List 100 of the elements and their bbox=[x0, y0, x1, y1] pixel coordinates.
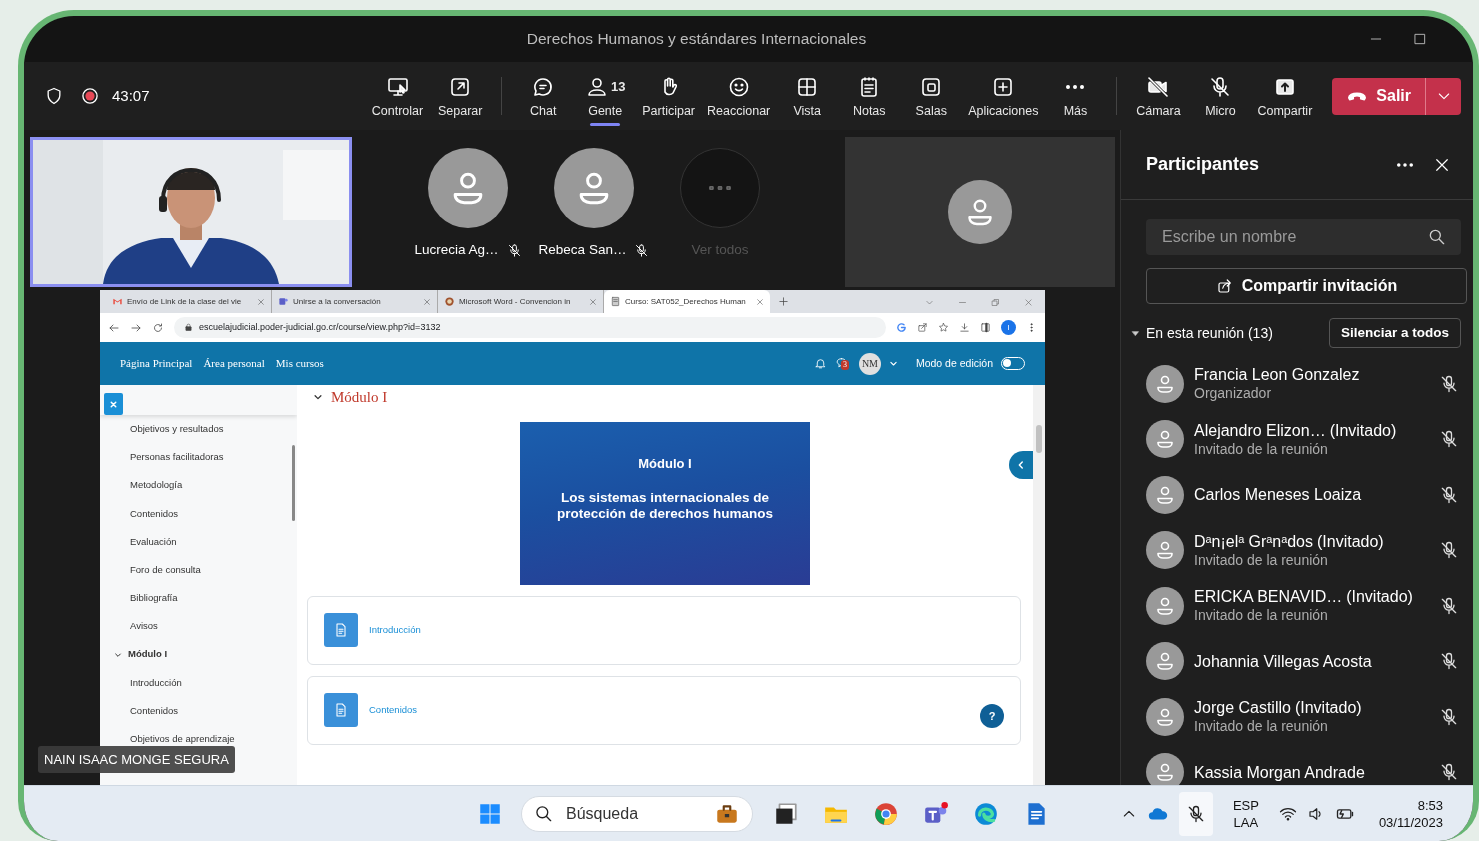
help-button[interactable]: ? bbox=[980, 704, 1004, 728]
bell-icon[interactable] bbox=[813, 357, 827, 370]
index-item[interactable]: Avisos bbox=[100, 612, 297, 641]
section-title: Módulo I bbox=[331, 388, 388, 407]
chevron-left-icon bbox=[1016, 460, 1026, 470]
toolbar-button[interactable]: Micro bbox=[1189, 62, 1252, 130]
mic-off-icon[interactable] bbox=[1439, 706, 1459, 727]
index-item[interactable]: Introducción bbox=[100, 668, 297, 697]
mic-off-icon[interactable] bbox=[1439, 651, 1459, 672]
language-label[interactable]: ESP bbox=[1232, 796, 1259, 814]
participant-role: Invitado de la reunión bbox=[1194, 606, 1329, 625]
share-icon[interactable] bbox=[917, 322, 928, 333]
search-input[interactable]: Escribe un nombre bbox=[1160, 224, 1427, 250]
maximize-icon[interactable] bbox=[1413, 32, 1427, 46]
activity-link[interactable]: Contenidos bbox=[369, 702, 418, 718]
seal-icon bbox=[444, 296, 455, 307]
search-field[interactable]: Búsqueda bbox=[521, 795, 753, 832]
nav-link[interactable]: Mis cursos bbox=[275, 355, 324, 372]
activity-link[interactable]: Introducción bbox=[369, 622, 421, 638]
guest-tag: (Invitado) bbox=[1346, 587, 1413, 607]
index-item[interactable]: Foro de consulta bbox=[100, 555, 297, 585]
message-icon[interactable] bbox=[834, 355, 848, 369]
panel-title: Participantes bbox=[1146, 153, 1260, 176]
toolbar-button[interactable]: Compartir bbox=[1251, 62, 1319, 130]
nav-link[interactable]: Página Principal bbox=[120, 355, 193, 372]
participant-role: Invitado de la reunión bbox=[1194, 717, 1329, 736]
leave-button[interactable]: Salir bbox=[1332, 77, 1425, 115]
participant-role: Organizador bbox=[1194, 384, 1273, 403]
more-icon bbox=[1066, 85, 1085, 90]
index-item[interactable]: Contenidos bbox=[100, 696, 297, 726]
chrome-icon[interactable] bbox=[873, 800, 899, 827]
window-icon[interactable] bbox=[773, 800, 799, 827]
mic-off-button[interactable] bbox=[1178, 791, 1213, 836]
participant-role: Invitado de la reunión bbox=[1194, 550, 1329, 569]
participant-name: Alejandro Elizon… bbox=[1194, 420, 1326, 440]
lock-icon bbox=[184, 323, 193, 332]
mic-off-icon[interactable] bbox=[1439, 429, 1459, 450]
clock-date[interactable]: 03/11/2023 bbox=[1378, 813, 1443, 831]
share-icon bbox=[1215, 277, 1234, 295]
toolbar-button[interactable]: Reaccionar bbox=[701, 62, 777, 130]
mic-off-icon[interactable] bbox=[1439, 373, 1459, 394]
caret-icon[interactable] bbox=[888, 359, 898, 368]
more-icon bbox=[709, 186, 731, 190]
star-icon[interactable] bbox=[938, 322, 949, 333]
index-item[interactable]: Bibliografía bbox=[100, 584, 297, 613]
notification-badge: 3 bbox=[840, 359, 849, 370]
toolbar-button[interactable]: Vista bbox=[776, 62, 839, 130]
index-item[interactable]: Evaluación bbox=[100, 527, 297, 556]
plus-icon[interactable] bbox=[778, 296, 789, 307]
toolbar-button[interactable]: Salas bbox=[900, 62, 963, 130]
index-item[interactable]: Objetivos y resultados bbox=[100, 415, 297, 444]
toolbar-button[interactable]: Separar bbox=[429, 62, 492, 130]
browser-tab[interactable]: Curso: SAT052_Derechos Human bbox=[604, 290, 770, 313]
toolbar-button[interactable]: Controlar bbox=[365, 62, 430, 130]
mic-off-icon[interactable] bbox=[1439, 595, 1459, 616]
guest-tag: (Invitado) bbox=[1329, 420, 1397, 440]
page-icon bbox=[324, 693, 358, 727]
user-avatar[interactable]: NM bbox=[858, 352, 881, 375]
edge-icon[interactable] bbox=[973, 800, 999, 827]
profile-avatar[interactable]: I bbox=[1001, 320, 1016, 335]
participant-name: Francia Leon Gonzalez bbox=[1194, 365, 1360, 385]
participant-name: Johannia Villegas Acosta bbox=[1194, 651, 1372, 671]
index-item[interactable]: Personas facilitadoras bbox=[100, 443, 297, 472]
meeting-timer: 43:07 bbox=[112, 85, 150, 106]
clock-time[interactable]: 8:53 bbox=[1378, 796, 1443, 814]
mic-off-icon[interactable] bbox=[1439, 484, 1459, 505]
toolbar-button[interactable]: Chat bbox=[512, 62, 575, 130]
search-icon bbox=[1427, 227, 1447, 247]
index-item[interactable]: Módulo I bbox=[100, 640, 297, 669]
index-item[interactable]: Contenidos bbox=[100, 499, 297, 528]
toolbar-button[interactable]: Participar bbox=[636, 62, 701, 130]
page-icon bbox=[610, 296, 621, 307]
google-icon[interactable] bbox=[896, 322, 907, 333]
open-drawer-button[interactable] bbox=[1009, 451, 1033, 479]
section-toggle[interactable]: En esta reunión (13) bbox=[1131, 322, 1273, 344]
index-item[interactable]: Metodología bbox=[100, 471, 297, 500]
download-icon[interactable] bbox=[959, 322, 970, 333]
toolbar-button[interactable]: Aplicaciones bbox=[962, 62, 1045, 130]
leave-options-button[interactable] bbox=[1425, 77, 1461, 115]
search-input[interactable]: Búsqueda bbox=[564, 800, 704, 827]
camera-off-icon bbox=[1146, 75, 1171, 100]
toolbar-button[interactable]: Más bbox=[1044, 62, 1107, 130]
mute-all-button[interactable]: Silenciar a todos bbox=[1328, 318, 1461, 348]
reload-icon[interactable] bbox=[152, 321, 164, 334]
mic-off-icon[interactable] bbox=[1439, 762, 1459, 783]
participant-name: Carlos Meneses Loaiza bbox=[1194, 485, 1362, 505]
nav-link[interactable]: Área personal bbox=[203, 355, 265, 372]
toolbar-button[interactable]: Notas bbox=[838, 62, 901, 130]
toolbar-button[interactable]: Cámara bbox=[1127, 62, 1190, 130]
side-panel-icon[interactable] bbox=[980, 322, 991, 333]
participant-name: ERICKA BENAVID… bbox=[1194, 587, 1343, 607]
more-icon[interactable] bbox=[1397, 162, 1413, 167]
keyboard-layout-label[interactable]: LAA bbox=[1232, 813, 1259, 831]
address-bar[interactable]: escuelajudicial.poder-judicial.go.cr/course/view.php?id=3132 bbox=[174, 317, 886, 338]
mic-off-icon[interactable] bbox=[1439, 540, 1459, 561]
participant-name: Rebeca San… bbox=[538, 241, 627, 259]
toolbar-button[interactable]: 13 Gente bbox=[574, 62, 637, 130]
share-invite-button[interactable]: Compartir invitación bbox=[1146, 268, 1467, 304]
close-drawer-button[interactable] bbox=[104, 393, 123, 415]
search-field[interactable]: Escribe un nombre bbox=[1146, 219, 1461, 255]
